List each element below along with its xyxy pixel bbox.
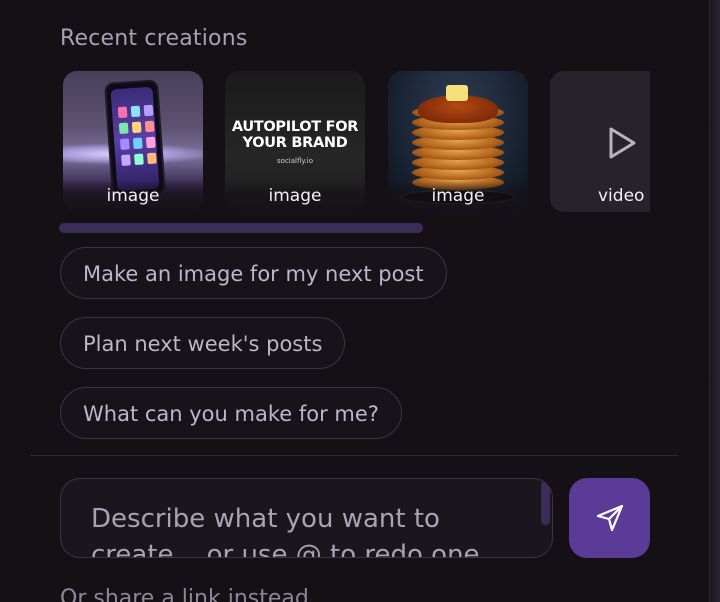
tile-type-label: image [388, 180, 528, 212]
recent-creations-carousel[interactable]: image AUTOPILOT FOR YOUR BRAND socialfly… [63, 71, 650, 213]
input-scrollbar[interactable] [541, 481, 550, 525]
tile-type-label: video [598, 186, 645, 206]
divider [30, 455, 678, 456]
poster-headline: AUTOPILOT FOR YOUR BRAND [231, 119, 359, 151]
right-edge [710, 0, 720, 602]
suggestion-chip-plan-week[interactable]: Plan next week's posts [60, 317, 346, 369]
play-icon [606, 125, 638, 165]
carousel-scrollbar[interactable] [59, 223, 423, 233]
prompt-placeholder: Describe what you want to create... or u… [91, 504, 480, 558]
creation-tile-video[interactable]: video [550, 71, 650, 212]
tile-type-label: image [225, 180, 365, 212]
share-link-option[interactable]: Or share a link instead [60, 586, 309, 602]
poster-url: socialfly.io [277, 157, 313, 165]
send-button[interactable] [569, 478, 650, 558]
prompt-input[interactable]: Describe what you want to create... or u… [60, 478, 553, 558]
tile-type-label: image [63, 180, 203, 212]
suggestion-chip-image-post[interactable]: Make an image for my next post [60, 247, 447, 299]
creation-tile-pancakes[interactable]: image [388, 71, 528, 212]
creation-panel: Recent creations image AUTOPILOT FOR YOU… [0, 0, 720, 602]
creation-tile-poster[interactable]: AUTOPILOT FOR YOUR BRAND socialfly.io im… [225, 71, 365, 212]
send-icon [596, 504, 624, 532]
creation-tile-phone[interactable]: image [63, 71, 203, 212]
suggestion-chip-what-can-you-make[interactable]: What can you make for me? [60, 387, 402, 439]
butter [446, 85, 468, 101]
recent-creations-title: Recent creations [60, 26, 248, 51]
